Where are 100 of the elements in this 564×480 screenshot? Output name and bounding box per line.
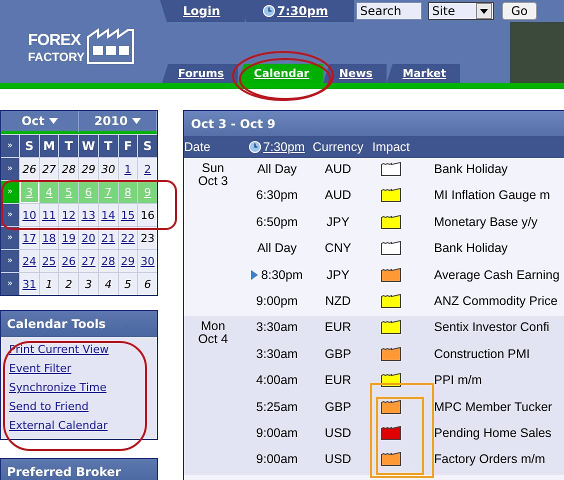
calendar-day[interactable]: 17 bbox=[20, 227, 39, 249]
calendar-day: 6 bbox=[138, 273, 157, 295]
day-label: Mon bbox=[200, 320, 226, 334]
event-time: 6:50pm bbox=[256, 214, 298, 229]
event-title: MI Inflation Gauge m bbox=[434, 188, 550, 202]
calendar-day[interactable]: 10 bbox=[20, 204, 39, 226]
caret-icon bbox=[132, 118, 141, 124]
event-time: All Day bbox=[257, 241, 297, 256]
calendar-day: 29 bbox=[79, 158, 98, 180]
calendar-day[interactable]: 27 bbox=[79, 250, 98, 272]
ad-banner-placeholder bbox=[510, 22, 564, 83]
calendar-day[interactable]: 28 bbox=[98, 250, 118, 272]
currency-code: AUD bbox=[324, 162, 352, 176]
week-button[interactable]: » bbox=[1, 273, 19, 295]
calendar-day[interactable]: 30 bbox=[138, 250, 157, 272]
weekday-header: T bbox=[98, 135, 118, 157]
time-link[interactable]: 7:30pm bbox=[263, 140, 305, 154]
calendar-day[interactable]: 12 bbox=[59, 204, 78, 226]
scope-select[interactable]: Site bbox=[428, 2, 494, 20]
go-button[interactable]: Go bbox=[502, 2, 537, 20]
currency-code: JPY bbox=[326, 214, 350, 229]
calendar-day[interactable]: 22 bbox=[118, 227, 138, 249]
calendar-day[interactable]: 1 bbox=[118, 158, 138, 180]
calendar-day[interactable]: 20 bbox=[79, 227, 98, 249]
calendar-day: 5 bbox=[118, 273, 138, 295]
calendar-day[interactable]: 24 bbox=[20, 250, 39, 272]
week-button[interactable]: » bbox=[1, 135, 19, 157]
calendar-day: 23 bbox=[138, 227, 157, 249]
calendar-day[interactable]: 26 bbox=[59, 250, 78, 272]
weekday-header: S bbox=[20, 135, 39, 157]
event-time: 8:30pm bbox=[261, 268, 303, 282]
event-title: Monetary Base y/y bbox=[434, 214, 538, 229]
calendar-day[interactable]: 29 bbox=[118, 250, 138, 272]
weekday-header: W bbox=[79, 135, 98, 157]
event-time: 6:30pm bbox=[256, 188, 298, 202]
event-title: Bank Holiday bbox=[434, 241, 508, 256]
event-title: ANZ Commodity Price bbox=[434, 294, 558, 308]
tool-link[interactable]: Send to Friend bbox=[9, 399, 157, 414]
calendar-day: 27 bbox=[40, 158, 58, 180]
date-label: Oct 4 bbox=[198, 333, 228, 346]
week-button[interactable]: » bbox=[1, 250, 19, 272]
event-title: Sentix Investor Confi bbox=[434, 320, 550, 334]
event-title: Construction PMI bbox=[434, 346, 530, 361]
calendar-day[interactable]: 2 bbox=[138, 158, 157, 180]
day-label: Sun bbox=[202, 162, 224, 175]
caret-icon bbox=[48, 118, 58, 124]
tool-link[interactable]: Event Filter bbox=[9, 361, 157, 376]
calendar-day: 30 bbox=[98, 158, 118, 180]
calendar-day[interactable]: 15 bbox=[118, 204, 138, 226]
panel-title: Preferred Broker bbox=[1, 459, 157, 480]
nav-tab[interactable]: Market bbox=[386, 64, 460, 83]
nav-tab[interactable]: Forums bbox=[162, 64, 238, 83]
currency-code: USD bbox=[324, 426, 352, 440]
calendar-day[interactable]: 11 bbox=[40, 204, 58, 226]
column-header: Date bbox=[184, 140, 212, 154]
calendar-day: 4 bbox=[98, 273, 118, 295]
calendar-day: 2 bbox=[59, 273, 78, 295]
search-field[interactable]: Search bbox=[356, 2, 422, 20]
event-title: Factory Orders m/m bbox=[434, 452, 546, 466]
event-title: Bank Holiday bbox=[434, 162, 508, 176]
weekday-header: T bbox=[59, 135, 78, 157]
calendar-day[interactable]: 19 bbox=[59, 227, 78, 249]
column-header: Impact bbox=[371, 140, 411, 154]
logo-text: FOREX bbox=[28, 32, 82, 50]
tool-link[interactable]: External Calendar bbox=[9, 418, 157, 433]
event-title: Average Cash Earning bbox=[434, 268, 560, 282]
event-time: 9:00am bbox=[256, 452, 298, 466]
calendar-day[interactable]: 31 bbox=[20, 273, 39, 295]
nav-tab[interactable]: News bbox=[323, 64, 387, 83]
event-time: 9:00pm bbox=[256, 294, 298, 308]
login-link[interactable]: Login bbox=[160, 0, 246, 22]
calendar-day[interactable]: 14 bbox=[98, 204, 118, 226]
calendar-day[interactable]: 13 bbox=[79, 204, 98, 226]
calendar-day[interactable]: 21 bbox=[98, 227, 118, 249]
factory-icon bbox=[86, 28, 135, 64]
event-title: Pending Home Sales bbox=[434, 426, 552, 440]
weekday-header: M bbox=[40, 135, 58, 157]
calendar-day[interactable]: 18 bbox=[40, 227, 58, 249]
weekday-header: S bbox=[138, 135, 157, 157]
calendar-day: 3 bbox=[79, 273, 98, 295]
event-time: 9:00am bbox=[256, 426, 298, 440]
tool-link[interactable]: Synchronize Time bbox=[9, 380, 157, 395]
logo-text: FACTORY bbox=[28, 50, 85, 64]
currency-code: GBP bbox=[324, 400, 352, 414]
week-button[interactable]: » bbox=[1, 227, 19, 249]
panel-title: Calendar Tools bbox=[1, 311, 157, 337]
week-button[interactable]: » bbox=[1, 158, 19, 180]
calendar-day: 16 bbox=[138, 204, 157, 226]
currency-code: CNY bbox=[324, 241, 352, 256]
calendar-day: 1 bbox=[40, 273, 58, 295]
currency-code: AUD bbox=[324, 188, 352, 202]
currency-code: JPY bbox=[326, 268, 350, 282]
event-time: 4:00am bbox=[256, 373, 298, 388]
weekday-header: F bbox=[118, 135, 138, 157]
event-title: PPI m/m bbox=[434, 373, 482, 388]
event-time: 3:30am bbox=[256, 320, 298, 334]
currency-code: EUR bbox=[324, 320, 352, 334]
calendar-day[interactable]: 25 bbox=[40, 250, 58, 272]
event-title: MPC Member Tucker bbox=[434, 400, 552, 414]
currency-code: NZD bbox=[325, 294, 351, 308]
